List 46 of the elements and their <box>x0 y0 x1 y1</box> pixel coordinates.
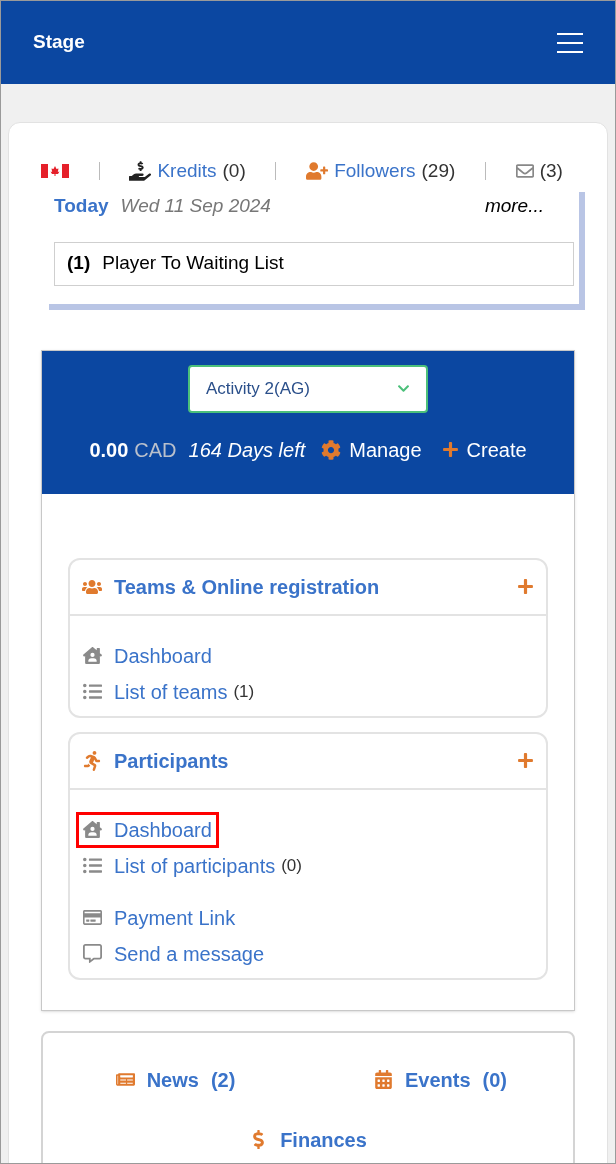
menu-link[interactable]: Payment Link <box>76 899 243 936</box>
list-icon <box>83 682 102 701</box>
section-title: Participants <box>114 748 229 774</box>
task-item[interactable]: (1) Player To Waiting List <box>54 241 574 286</box>
envelope-icon <box>515 162 534 181</box>
create-link[interactable]: Create <box>441 434 527 465</box>
speech-bubble-icon <box>83 944 102 963</box>
home-user-icon <box>83 820 102 839</box>
runner-icon <box>82 750 102 771</box>
home-user-icon <box>83 646 102 665</box>
settings-icon <box>321 439 342 460</box>
messages-link[interactable]: (3) <box>515 157 563 186</box>
calendar-icon <box>373 1070 393 1089</box>
chevron-down-icon <box>397 382 410 395</box>
today-date: Wed 11 Sep 2024 <box>120 194 271 219</box>
section-title: Teams & Online registration <box>114 574 380 600</box>
currency-label: CAD <box>134 437 177 463</box>
more-link[interactable]: more... <box>484 192 544 221</box>
add-icon[interactable] <box>517 752 534 769</box>
canada-flag-icon <box>41 164 69 179</box>
plus-icon <box>441 441 459 458</box>
shortcut-link[interactable]: Events (0) <box>308 1064 573 1095</box>
activity-select[interactable]: Activity 2(AG) <box>188 364 428 413</box>
menu-link[interactable]: Dashboard <box>76 637 219 674</box>
add-icon[interactable] <box>517 578 534 595</box>
days-left: 164 Days left <box>188 437 306 463</box>
shortcut-link[interactable]: Finances <box>43 1124 573 1155</box>
menu-link[interactable]: Send a message <box>76 935 272 972</box>
menu-link[interactable]: List of teams (1) <box>76 673 262 710</box>
credit-card-icon <box>83 908 102 927</box>
hand-coin-icon <box>129 160 152 183</box>
list-icon <box>83 856 102 875</box>
kredits-link[interactable]: Kredits (0) <box>129 157 246 186</box>
manage-link[interactable]: Manage <box>321 434 422 465</box>
app-title: Stage <box>33 30 85 55</box>
add-user-icon <box>306 160 329 183</box>
today-label: Today <box>54 194 109 219</box>
shortcut-link[interactable]: News (2) <box>43 1064 308 1095</box>
task-count: (1) <box>67 251 91 276</box>
menu-link[interactable]: List of participants (0) <box>76 847 309 884</box>
balance-amount: 0.00 <box>89 437 129 463</box>
menu-link[interactable]: Dashboard <box>76 811 219 848</box>
task-text: Player To Waiting List <box>102 251 284 276</box>
menu-button[interactable] <box>557 32 583 53</box>
newspaper-icon <box>115 1070 135 1089</box>
followers-link[interactable]: Followers (29) <box>306 157 456 186</box>
